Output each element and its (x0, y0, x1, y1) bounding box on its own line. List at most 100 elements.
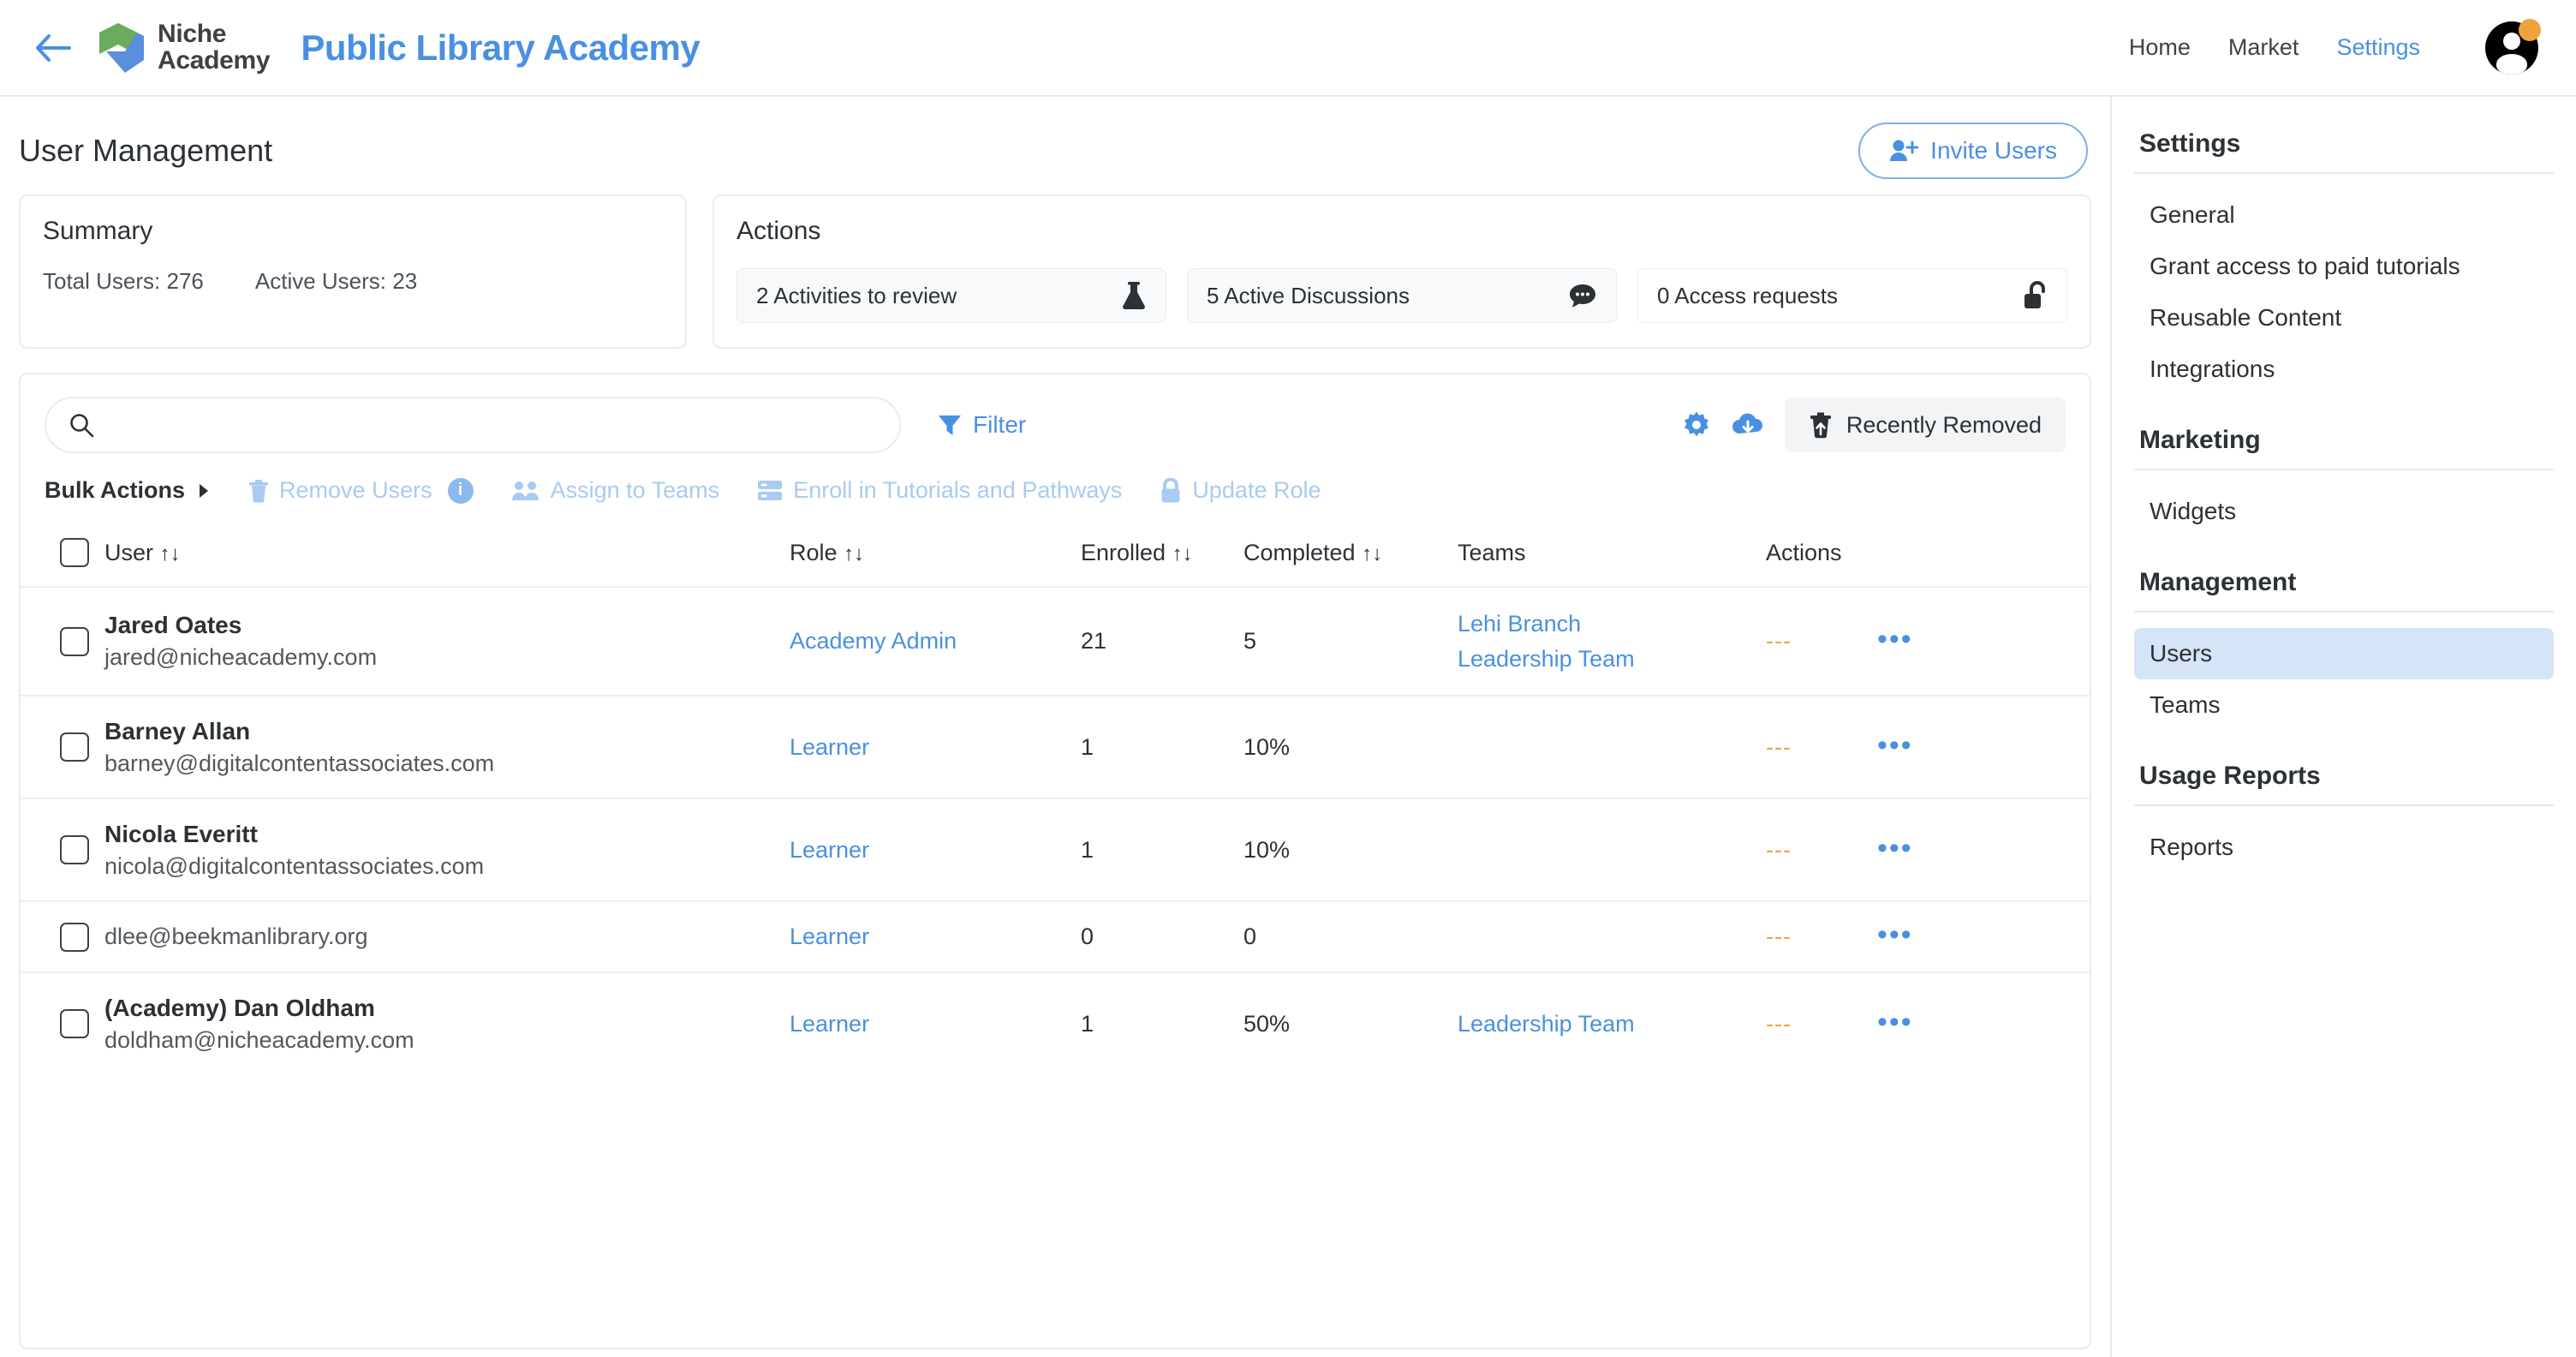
table-row: Nicola Everittnicola@digitalcontentassoc… (21, 798, 2090, 901)
column-header-enrolled[interactable]: Enrolled ↑↓ (1081, 526, 1243, 587)
filter-button[interactable]: Filter (937, 411, 1026, 439)
download-button[interactable] (1732, 411, 1764, 439)
actions-card: Actions 2 Activities to review 5 Active … (713, 194, 2091, 349)
action-chips: 2 Activities to review 5 Active Discussi… (736, 268, 2067, 323)
sort-icon-enrolled[interactable]: ↑↓ (1172, 542, 1193, 565)
role-link[interactable]: Academy Admin (790, 628, 957, 654)
nav-item-settings[interactable]: Settings (2336, 34, 2420, 61)
row-checkbox[interactable] (60, 1009, 89, 1038)
sidebar-divider (2134, 611, 2554, 613)
search-box[interactable] (45, 397, 901, 453)
settings-gear-button[interactable] (1682, 410, 1711, 439)
row-checkbox[interactable] (60, 835, 89, 864)
enrolled-cell: 21 (1081, 587, 1243, 696)
nav-item-home[interactable]: Home (2129, 34, 2191, 61)
sidebar-section-heading: Marketing (2134, 417, 2554, 469)
sidebar-divider (2134, 172, 2554, 174)
sidebar-item-grant-access-to-paid-tutorials[interactable]: Grant access to paid tutorials (2134, 241, 2554, 292)
role-link[interactable]: Learner (790, 1011, 869, 1037)
invite-users-button[interactable]: Invite Users (1858, 123, 2088, 179)
role-link[interactable]: Learner (790, 837, 869, 863)
team-link[interactable]: Leadership Team (1458, 1007, 1766, 1042)
search-input[interactable] (108, 412, 877, 439)
user-cell: Nicola Everittnicola@digitalcontentassoc… (104, 798, 790, 901)
column-header-user[interactable]: User ↑↓ (104, 526, 790, 587)
info-icon[interactable]: i (448, 478, 474, 504)
row-checkbox[interactable] (60, 732, 89, 762)
role-link[interactable]: Learner (790, 734, 869, 760)
avatar[interactable] (2485, 21, 2538, 75)
row-checkbox[interactable] (60, 627, 89, 656)
sidebar-item-general[interactable]: General (2134, 189, 2554, 241)
enrolled-cell: 1 (1081, 798, 1243, 901)
row-more-button[interactable]: ••• (1877, 832, 1913, 864)
sort-icon-role[interactable]: ↑↓ (844, 542, 864, 565)
column-header-user-label: User (104, 540, 153, 565)
active-discussions-chip[interactable]: 5 Active Discussions (1187, 268, 1617, 323)
row-more-button[interactable]: ••• (1877, 918, 1913, 951)
bulk-update-role-label: Update Role (1192, 477, 1321, 504)
row-more-button[interactable]: ••• (1877, 729, 1913, 762)
actions-placeholder: --- (1766, 628, 1792, 654)
bulk-actions-toggle[interactable]: Bulk Actions (45, 477, 211, 504)
completed-cell: 0 (1243, 901, 1458, 971)
recently-removed-button[interactable]: Recently Removed (1785, 398, 2066, 452)
role-link[interactable]: Learner (790, 924, 869, 949)
select-all-header (21, 526, 104, 587)
actions-placeholder: --- (1766, 734, 1792, 760)
back-arrow-icon[interactable] (31, 26, 75, 70)
row-select-cell (21, 972, 104, 1074)
sidebar-item-reusable-content[interactable]: Reusable Content (2134, 292, 2554, 344)
actions-placeholder: --- (1766, 924, 1792, 949)
notification-dot (2519, 19, 2541, 41)
user-email: nicola@digitalcontentassociates.com (104, 851, 790, 882)
sort-icon-user[interactable]: ↑↓ (160, 542, 181, 565)
row-more-button[interactable]: ••• (1877, 623, 1913, 655)
role-cell: Learner (790, 901, 1081, 971)
activities-to-review-chip[interactable]: 2 Activities to review (736, 268, 1166, 323)
user-cell: Jared Oatesjared@nicheacademy.com (104, 587, 790, 696)
role-cell: Learner (790, 696, 1081, 798)
bulk-enroll-tutorials-label: Enroll in Tutorials and Pathways (793, 477, 1122, 504)
list-icon (757, 480, 783, 502)
bulk-enroll-tutorials[interactable]: Enroll in Tutorials and Pathways (757, 477, 1122, 504)
site-title[interactable]: Public Library Academy (301, 27, 700, 69)
column-header-completed[interactable]: Completed ↑↓ (1243, 526, 1458, 587)
bulk-update-role[interactable]: Update Role (1160, 477, 1321, 504)
brand-name-line2: Academy (158, 48, 270, 75)
top-nav: Home Market Settings (2129, 21, 2538, 75)
lock-icon (1160, 478, 1182, 504)
access-requests-chip[interactable]: 0 Access requests (1637, 268, 2067, 323)
select-all-checkbox[interactable] (60, 538, 89, 567)
actions-cell: ---••• (1766, 798, 2090, 901)
row-checkbox[interactable] (60, 923, 89, 952)
team-link[interactable]: Leadership Team (1458, 642, 1766, 677)
sidebar-item-widgets[interactable]: Widgets (2134, 486, 2554, 537)
row-more-button[interactable]: ••• (1877, 1006, 1913, 1038)
team-link[interactable]: Lehi Branch (1458, 607, 1766, 642)
enrolled-cell: 0 (1081, 901, 1243, 971)
total-users-stat: Total Users: 276 (43, 268, 204, 295)
sidebar-item-users[interactable]: Users (2134, 628, 2554, 679)
bulk-assign-to-teams[interactable]: Assign to Teams (511, 477, 720, 504)
row-select-cell (21, 587, 104, 696)
sort-icon-completed[interactable]: ↑↓ (1362, 542, 1382, 565)
bulk-remove-users[interactable]: Remove Users i (248, 477, 474, 504)
user-cell: dlee@beekmanlibrary.org (104, 901, 790, 971)
settings-sidebar: SettingsGeneralGrant access to paid tuto… (2110, 97, 2576, 1357)
toolbar-right: Recently Removed (1682, 398, 2066, 452)
sidebar-divider (2134, 469, 2554, 470)
column-header-actions-label: Actions (1766, 540, 1842, 565)
table-row: (Academy) Dan Oldhamdoldham@nicheacademy… (21, 972, 2090, 1074)
nav-item-market[interactable]: Market (2228, 34, 2299, 61)
column-header-role[interactable]: Role ↑↓ (790, 526, 1081, 587)
brand-logo[interactable]: Niche Academy (96, 21, 270, 75)
teams-cell (1458, 696, 1766, 798)
row-select-cell (21, 696, 104, 798)
table-row: Barney Allanbarney@digitalcontentassocia… (21, 696, 2090, 798)
sidebar-item-teams[interactable]: Teams (2134, 679, 2554, 731)
sidebar-item-integrations[interactable]: Integrations (2134, 344, 2554, 395)
sidebar-item-reports[interactable]: Reports (2134, 822, 2554, 873)
active-discussions-label: 5 Active Discussions (1207, 283, 1410, 309)
actions-cell: ---••• (1766, 972, 2090, 1074)
